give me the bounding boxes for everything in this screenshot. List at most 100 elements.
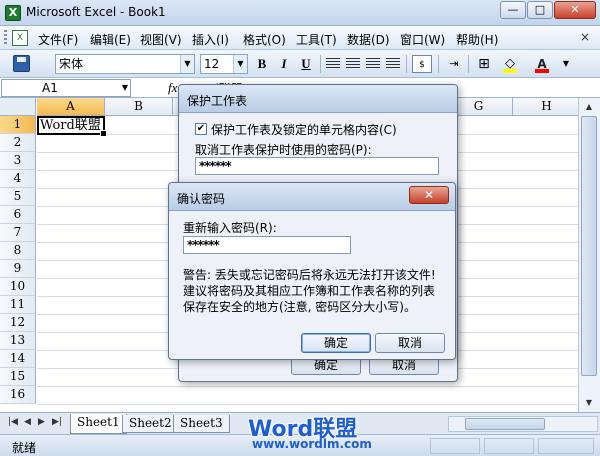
minimize-button[interactable]: —	[500, 1, 526, 19]
chevron-down-icon[interactable]: ▼	[556, 55, 576, 73]
chevron-down-icon[interactable]: ▼	[233, 55, 247, 73]
menu-insert[interactable]: 插入(I)	[192, 31, 229, 48]
cell-a1-selected[interactable]: Word联盟	[37, 116, 107, 137]
title-bar: X Microsoft Excel - Book1 — □ ✕	[0, 0, 600, 26]
menu-help[interactable]: 帮助(H)	[456, 31, 498, 48]
status-pane	[538, 438, 594, 454]
font-name-select[interactable]: 宋体 ▼	[55, 54, 195, 74]
row-header-13[interactable]: 13	[0, 332, 36, 350]
name-box[interactable]: A1 ▼	[1, 79, 131, 97]
confirm-dialog-titlebar: 确认密码 ✕	[169, 183, 455, 211]
column-header-h[interactable]: H	[513, 98, 578, 116]
menu-bar: X 文件(F) 编辑(E) 视图(V) 插入(I) 格式(O) 工具(T) 数据…	[0, 26, 600, 50]
row-header-1[interactable]: 1	[0, 116, 36, 134]
bold-button[interactable]: B	[252, 55, 272, 73]
tab-sheet2[interactable]: Sheet2	[122, 415, 179, 433]
align-left-icon[interactable]	[326, 58, 340, 69]
protect-dialog-title: 保护工作表	[187, 94, 248, 108]
vertical-scrollbar[interactable]: ▲ ▼	[578, 98, 600, 412]
fill-color-swatch	[503, 69, 517, 73]
row-header-4[interactable]: 4	[0, 170, 36, 188]
row-header-14[interactable]: 14	[0, 350, 36, 368]
name-box-value: A1	[42, 81, 58, 95]
font-size-value: 12	[204, 57, 220, 71]
row-header-16[interactable]: 16	[0, 386, 36, 404]
watermark-url: www.wordlm.com	[252, 437, 372, 451]
unprotect-password-field[interactable]: ******	[195, 157, 439, 175]
close-window-button[interactable]: ✕	[554, 1, 596, 19]
font-size-select[interactable]: 12 ▼	[200, 54, 248, 74]
toolbar-separator	[468, 55, 469, 73]
scroll-thumb[interactable]	[581, 116, 597, 376]
close-dialog-button[interactable]: ✕	[409, 186, 449, 204]
reenter-password-label: 重新输入密码(R):	[183, 221, 277, 235]
next-sheet-icon[interactable]: ▶	[38, 417, 45, 427]
row-header-11[interactable]: 11	[0, 296, 36, 314]
save-icon[interactable]	[13, 55, 30, 72]
menu-view[interactable]: 视图(V)	[140, 31, 182, 48]
select-all-corner[interactable]	[0, 98, 36, 116]
last-sheet-icon[interactable]: ▶|	[52, 417, 62, 427]
row-header-2[interactable]: 2	[0, 134, 36, 152]
row-header-3[interactable]: 3	[0, 152, 36, 170]
row-header-5[interactable]: 5	[0, 188, 36, 206]
chevron-down-icon[interactable]: ▼	[180, 55, 194, 73]
row-header-6[interactable]: 6	[0, 206, 36, 224]
password-warning-text: 警告: 丢失或忘记密码后将永远无法打开该文件! 建议将密码及其相应工作簿和工作表…	[183, 268, 436, 314]
underline-button[interactable]: U	[296, 55, 316, 73]
chevron-down-icon[interactable]: ▼	[122, 80, 128, 96]
close-workbook-icon[interactable]: ×	[580, 30, 590, 44]
status-pane	[484, 438, 534, 454]
tab-sheet1[interactable]: Sheet1	[70, 414, 127, 434]
menu-edit[interactable]: 编辑(E)	[90, 31, 131, 48]
toolbar-grip-icon[interactable]	[4, 30, 7, 46]
currency-icon[interactable]: $	[412, 55, 432, 73]
menu-format[interactable]: 格式(O)	[243, 31, 286, 48]
align-right-icon[interactable]	[366, 58, 380, 69]
confirm-ok-button[interactable]: 确定	[301, 333, 371, 353]
h-scroll-thumb[interactable]	[465, 418, 545, 430]
maximize-button[interactable]: □	[527, 1, 553, 19]
confirm-dialog-title: 确认密码	[177, 192, 226, 206]
column-header-b[interactable]: B	[105, 98, 173, 116]
row-header-7[interactable]: 7	[0, 224, 36, 242]
insert-function-icon[interactable]: fx	[168, 80, 177, 96]
tab-sheet3[interactable]: Sheet3	[173, 415, 230, 433]
row-header-9[interactable]: 9	[0, 260, 36, 278]
toolbar-separator	[406, 55, 407, 73]
indent-icon[interactable]: ⇥	[444, 55, 464, 73]
column-header-a[interactable]: A	[37, 98, 105, 116]
row-header-15[interactable]: 15	[0, 368, 36, 386]
excel-app-icon: X	[5, 5, 21, 21]
scroll-down-icon[interactable]: ▼	[581, 395, 597, 411]
italic-button[interactable]: I	[274, 55, 294, 73]
menu-data[interactable]: 数据(D)	[347, 31, 390, 48]
menu-window[interactable]: 窗口(W)	[400, 31, 445, 48]
unprotect-password-label: 取消工作表保护时使用的密码(P):	[195, 143, 372, 157]
align-center-icon[interactable]	[346, 58, 360, 69]
row-header-8[interactable]: 8	[0, 242, 36, 260]
font-name-value: 宋体	[59, 57, 84, 71]
menu-file[interactable]: 文件(F)	[38, 31, 78, 48]
first-sheet-icon[interactable]: |◀	[8, 417, 18, 427]
merge-center-icon[interactable]	[386, 58, 400, 69]
confirm-cancel-button[interactable]: 取消	[375, 333, 445, 353]
borders-icon[interactable]: ⊞	[474, 55, 494, 73]
confirm-password-dialog: 确认密码 ✕ 重新输入密码(R): ****** 警告: 丢失或忘记密码后将永远…	[168, 182, 456, 360]
scroll-up-icon[interactable]: ▲	[581, 99, 597, 115]
font-color-swatch	[535, 69, 549, 73]
row-header-12[interactable]: 12	[0, 314, 36, 332]
window-title: Microsoft Excel - Book1	[26, 5, 166, 19]
protect-contents-checkbox[interactable]: ✔	[195, 123, 207, 135]
row-header-10[interactable]: 10	[0, 278, 36, 296]
formatting-toolbar: 宋体 ▼ 12 ▼ B I U $ ⇥ ⊞ ◇ A ▼	[0, 50, 600, 78]
status-text: 就绪	[12, 441, 37, 455]
prev-sheet-icon[interactable]: ◀	[24, 417, 31, 427]
workbook-icon[interactable]: X	[12, 30, 28, 46]
status-pane	[430, 438, 480, 454]
menu-tools[interactable]: 工具(T)	[296, 31, 337, 48]
reenter-password-field[interactable]: ******	[183, 236, 351, 254]
horizontal-scrollbar[interactable]	[448, 416, 598, 432]
protect-contents-label: 保护工作表及锁定的单元格内容(C)	[211, 123, 397, 137]
toolbar-separator	[320, 55, 321, 73]
